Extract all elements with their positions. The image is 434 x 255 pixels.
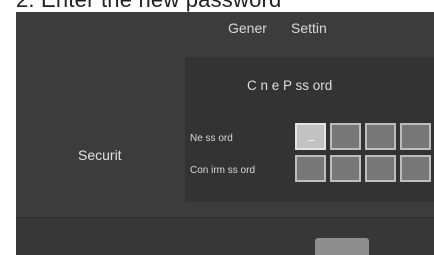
tab-general[interactable]: Gener (228, 20, 267, 36)
footer-bar (16, 218, 434, 255)
confirm-password-digit-3[interactable] (365, 155, 396, 182)
dialog-title: C n e P ss ord (247, 78, 333, 93)
change-password-dialog: C n e P ss ord Ne ss ord Con irm ss ord (185, 57, 434, 202)
confirm-password-digit-1[interactable] (295, 155, 326, 182)
new-password-digit-2[interactable] (330, 123, 361, 150)
screenshot-stage: 2. Enter the new password Gener Settin S… (0, 0, 434, 255)
confirm-password-label: Con irm ss ord (190, 165, 256, 176)
tab-settings[interactable]: Settin (291, 20, 327, 36)
sidebar-item-security[interactable]: Securit (78, 147, 122, 163)
new-password-field (295, 123, 431, 150)
confirm-password-digit-4[interactable] (400, 155, 431, 182)
text-cursor (308, 140, 314, 141)
footer-button[interactable] (315, 238, 369, 255)
header-bar: Gener Settin (16, 12, 434, 44)
device-screen: Gener Settin Securit C n e P ss ord Ne s… (16, 12, 434, 255)
new-password-digit-3[interactable] (365, 123, 396, 150)
new-password-label: Ne ss ord (190, 133, 233, 144)
confirm-password-field (295, 155, 431, 182)
new-password-digit-1[interactable] (295, 123, 326, 150)
confirm-password-digit-2[interactable] (330, 155, 361, 182)
new-password-digit-4[interactable] (400, 123, 431, 150)
